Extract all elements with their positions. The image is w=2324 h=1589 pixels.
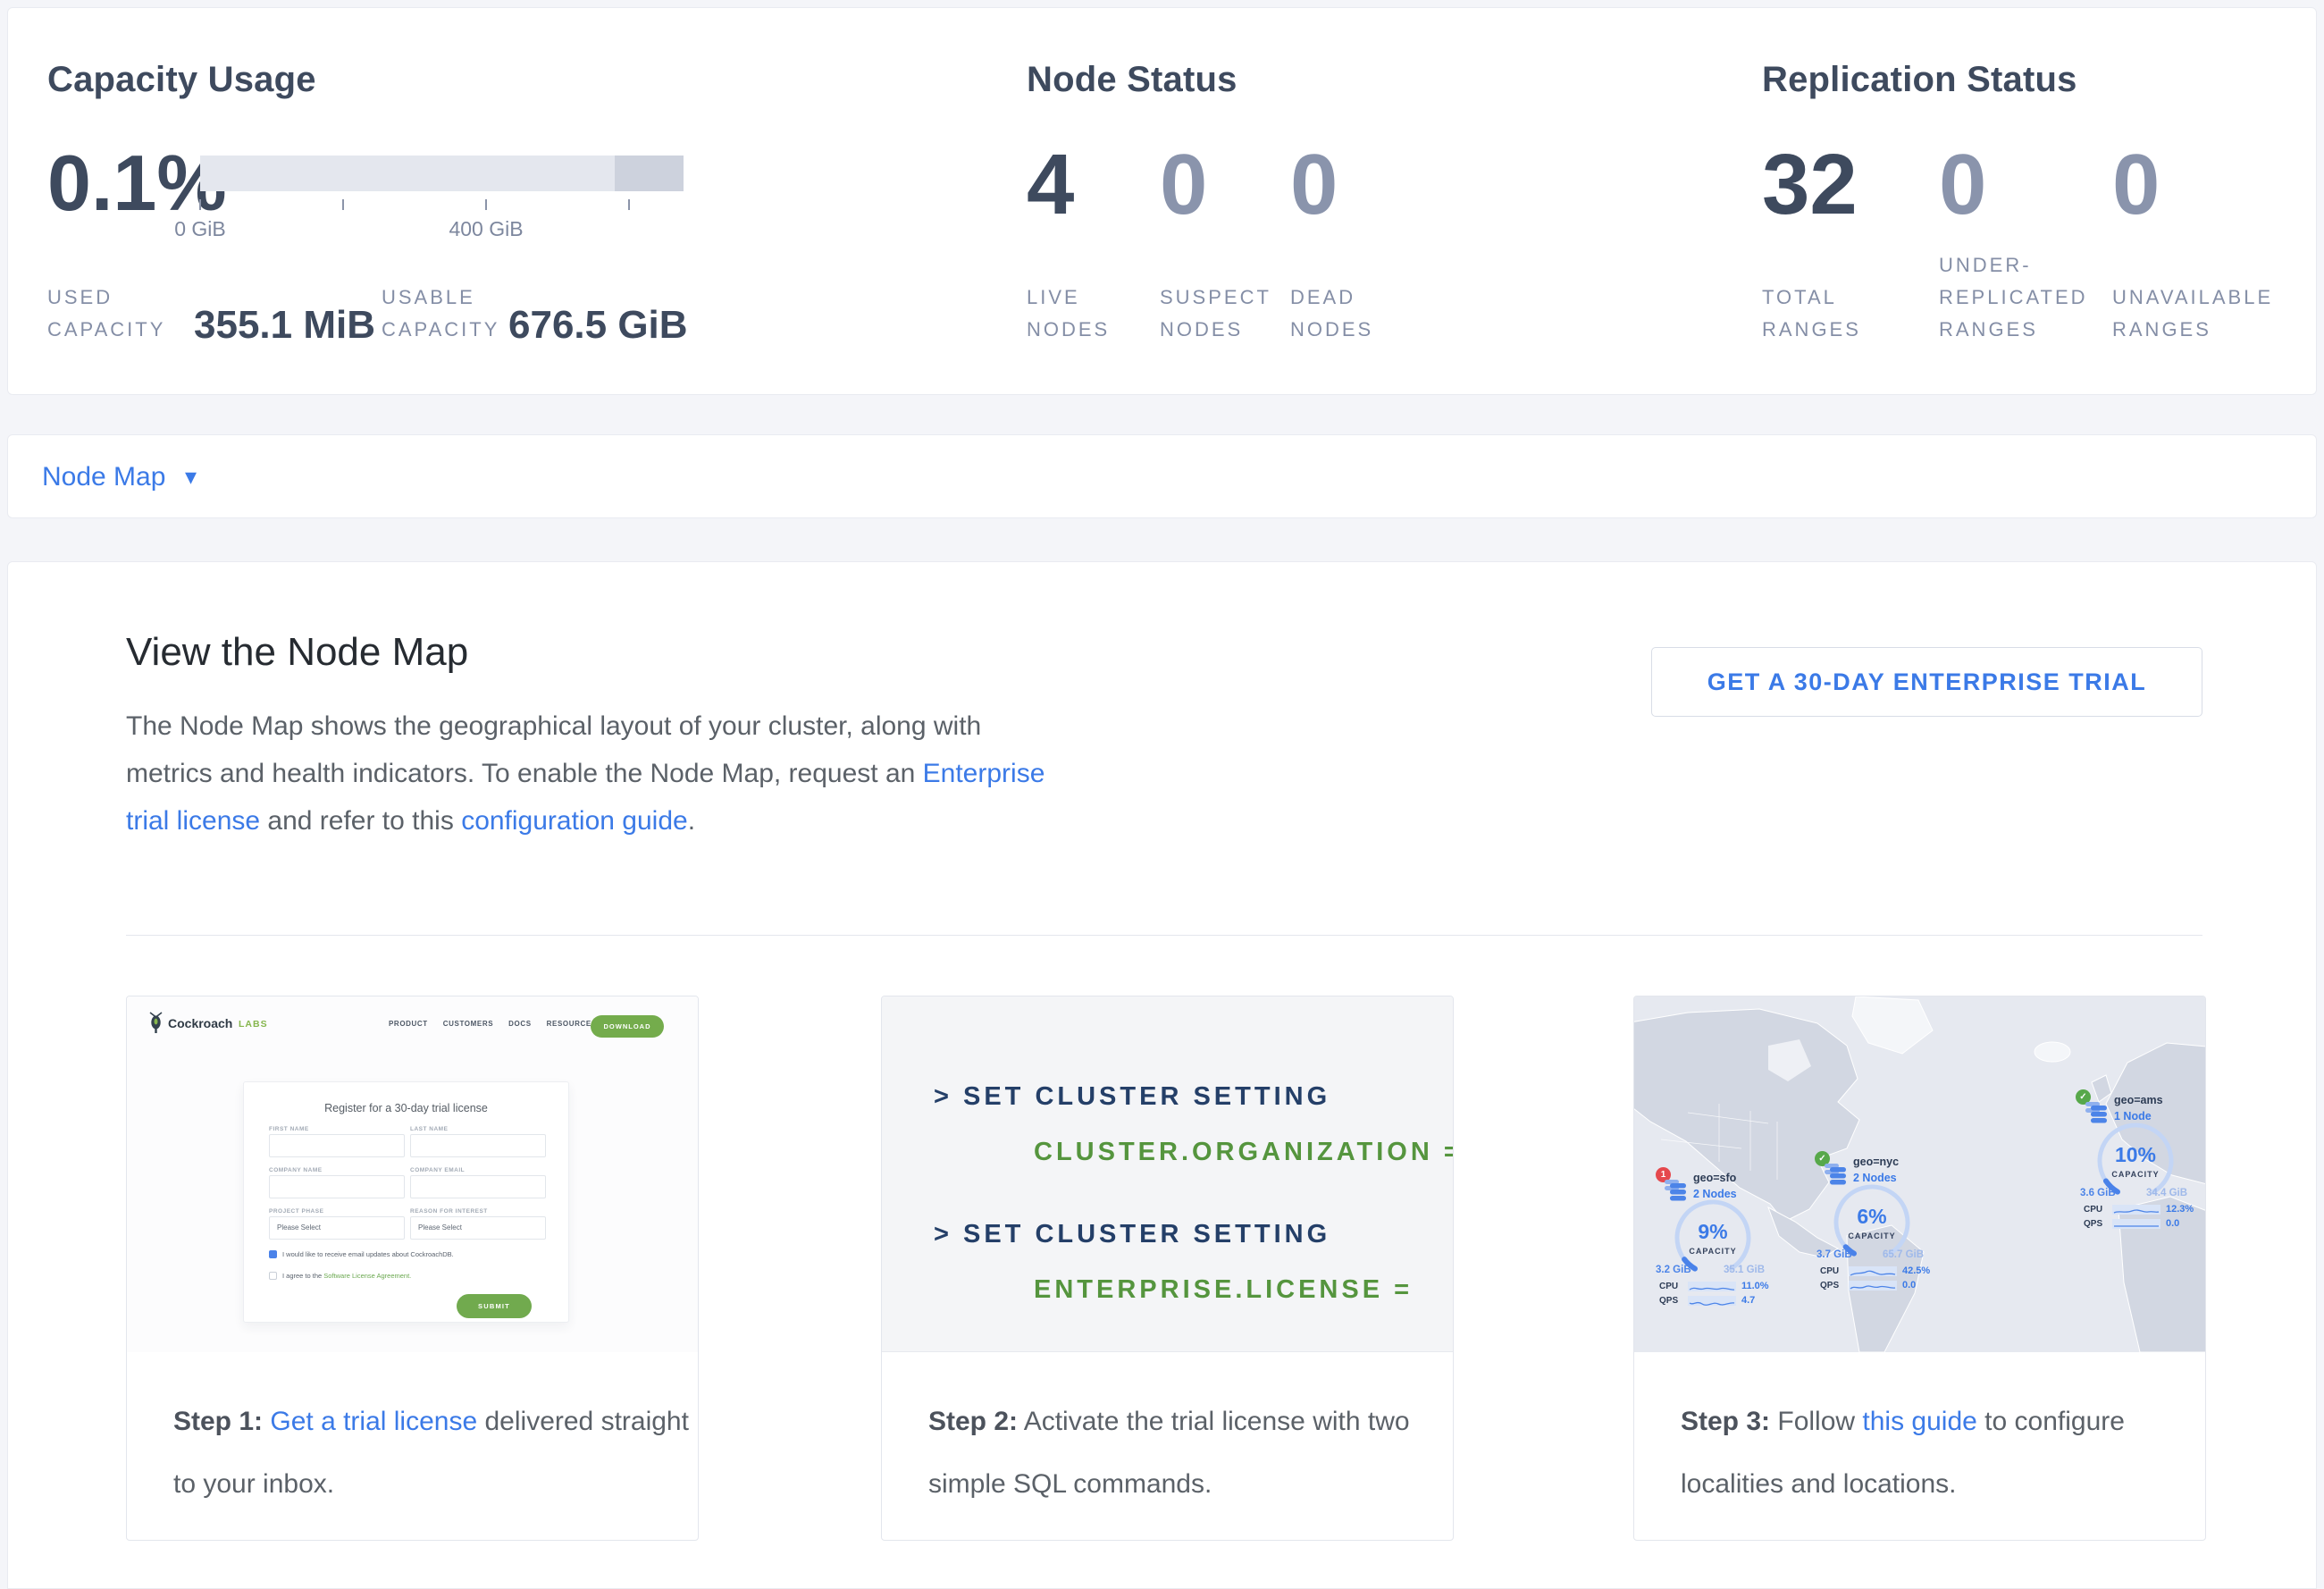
live-nodes-value: 4 [1027,142,1074,228]
qps-sparkline [1688,1296,1736,1306]
step3-card: 1 geo=sfo 2 Nodes 9% CAPACITY 3.2 GiB 35… [1633,996,2206,1541]
mini-company-email-input [410,1175,546,1198]
usable-capacity-label: USABLE CAPACITY [382,282,499,346]
mini-trial-form: Register for a 30-day trial license FIRS… [243,1081,569,1323]
mini-download-button: DOWNLOAD [591,1015,664,1038]
node-map-dropdown[interactable]: Node Map [42,462,165,492]
dead-nodes-label: DEAD NODES [1290,282,1373,346]
cpu-row: CPU 11.0% [1659,1281,1769,1291]
live-nodes-label: LIVE NODES [1027,282,1110,346]
mini-first-name-input [269,1134,405,1157]
capacity-axis-tick [342,199,344,210]
section-divider [126,935,2202,936]
used-capacity-value: 355.1 MiB [194,303,375,348]
cpu-sparkline [1849,1266,1897,1276]
configuration-guide-link[interactable]: configuration guide [461,806,688,836]
intro-paragraph-line3: trial license and refer to this configur… [126,803,695,839]
chevron-down-icon[interactable]: ▾ [185,463,197,491]
mini-field-label: COMPANY NAME [269,1167,323,1173]
intro-paragraph-line1: The Node Map shows the geographical layo… [126,709,981,744]
checkbox-checked-icon [269,1250,277,1258]
mini-nav-docs: DOCS [508,1020,532,1028]
page-title: View the Node Map [126,630,468,675]
replication-status-title: Replication Status [1762,60,2077,100]
mini-company-name-input [269,1175,405,1198]
this-guide-link[interactable]: this guide [1862,1407,1976,1436]
capacity-usage-title: Capacity Usage [47,60,316,100]
suspect-nodes-value: 0 [1160,142,1207,228]
dead-nodes-value: 0 [1290,142,1338,228]
capacity-axis-label-400: 400 GiB [419,217,553,241]
mini-field-label: PROJECT PHASE [269,1208,323,1215]
cpu-row: CPU 42.5% [1820,1265,1930,1276]
enterprise-trial-license-link[interactable]: trial license [126,806,260,836]
mini-site: Cockroach LABS PRODUCT CUSTOMERS DOCS RE… [127,996,698,1352]
get-trial-license-link[interactable]: Get a trial license [270,1407,477,1436]
cpu-sparkline [1688,1282,1736,1291]
get-enterprise-trial-button[interactable]: GET A 30-DAY ENTERPRISE TRIAL [1651,647,2202,717]
intro-paragraph-line2: metrics and health indicators. To enable… [126,756,1045,792]
step2-caption: Step 2: Activate the trial license with … [882,1352,1453,1502]
mini-field-label: COMPANY EMAIL [410,1167,465,1173]
suspect-nodes-label: SUSPECT NODES [1160,282,1271,346]
mini-nav-customers: CUSTOMERS [443,1020,493,1028]
under-replicated-label: UNDER- REPLICATED RANGES [1939,249,2088,346]
cockroach-bug-icon [148,1012,164,1035]
capacity-axis-tick [485,199,487,210]
checkbox-empty-icon [269,1272,277,1280]
mini-logo-text: Cockroach [168,1016,232,1030]
mini-project-phase-select: Please Select [269,1216,405,1240]
cpu-row: CPU 12.3% [2084,1204,2194,1215]
usable-capacity-value: 676.5 GiB [508,303,688,348]
mini-reason-select: Please Select [410,1216,546,1240]
total-ranges-label: TOTAL RANGES [1762,282,1861,346]
mini-field-label: FIRST NAME [269,1126,309,1132]
total-ranges-value: 32 [1762,142,1858,228]
mini-last-name-input [410,1134,546,1157]
cluster-summary-panel: Capacity Usage 0.1% 0 GiB 400 GiB USED C… [7,7,2317,395]
mini-license-agreement-checkbox-row: I agree to the Software License Agreemen… [269,1272,411,1280]
capacity-axis-tick [199,199,201,210]
unavailable-ranges-value: 0 [2112,142,2160,228]
step1-card: Cockroach LABS PRODUCT CUSTOMERS DOCS RE… [126,996,699,1541]
mini-logo-suffix: LABS [239,1019,268,1030]
node-map-collapsible-row[interactable]: Node Map ▾ [7,434,2317,518]
mini-field-label: REASON FOR INTEREST [410,1208,488,1215]
mini-field-label: LAST NAME [410,1126,448,1132]
capacity-bar [200,156,684,191]
mini-nav-product: PRODUCT [389,1020,428,1028]
mini-nav-resources: RESOURCES [547,1020,597,1028]
unavailable-ranges-label: UNAVAILABLE RANGES [2112,282,2273,346]
sql-prompt-line: > SET CLUSTER SETTING [934,1082,1330,1112]
qps-row: QPS 4.7 [1659,1295,1755,1306]
step2-card: > SET CLUSTER SETTING CLUSTER.ORGANIZATI… [881,996,1454,1541]
step3-caption: Step 3: Follow this guide to configure l… [1634,1352,2205,1502]
node-status-title: Node Status [1027,60,1238,100]
sql-code-block: > SET CLUSTER SETTING CLUSTER.ORGANIZATI… [882,996,1453,1352]
qps-sparkline [1849,1281,1897,1291]
capacity-axis-label-0: 0 GiB [133,217,267,241]
sql-setting-line: ENTERPRISE.LICENSE = [1034,1275,1413,1305]
step1-caption: Step 1: Get a trial license delivered st… [127,1352,698,1502]
capacity-axis-tick [628,199,630,210]
qps-sparkline [2112,1219,2160,1229]
mini-license-agreement-link: Software License Agreement. [323,1272,411,1280]
mini-submit-button: SUBMIT [457,1294,532,1318]
mini-form-title: Register for a 30-day trial license [244,1102,568,1114]
node-map-info-panel: View the Node Map The Node Map shows the… [7,561,2317,1589]
mini-email-updates-checkbox-row: I would like to receive email updates ab… [269,1250,454,1258]
capacity-bar-other-segment [615,156,684,191]
node-map-preview: 1 geo=sfo 2 Nodes 9% CAPACITY 3.2 GiB 35… [1634,996,2205,1352]
qps-row: QPS 0.0 [2084,1218,2179,1229]
under-replicated-value: 0 [1939,142,1986,228]
sql-setting-line: CLUSTER.ORGANIZATION = [1034,1138,1454,1167]
sql-prompt-line: > SET CLUSTER SETTING [934,1220,1330,1249]
registration-screenshot: Cockroach LABS PRODUCT CUSTOMERS DOCS RE… [127,996,698,1352]
qps-row: QPS 0.0 [1820,1280,1916,1291]
cpu-sparkline [2112,1205,2160,1215]
used-capacity-label: USED CAPACITY [47,282,165,346]
enterprise-trial-license-link[interactable]: Enterprise [923,759,1045,788]
